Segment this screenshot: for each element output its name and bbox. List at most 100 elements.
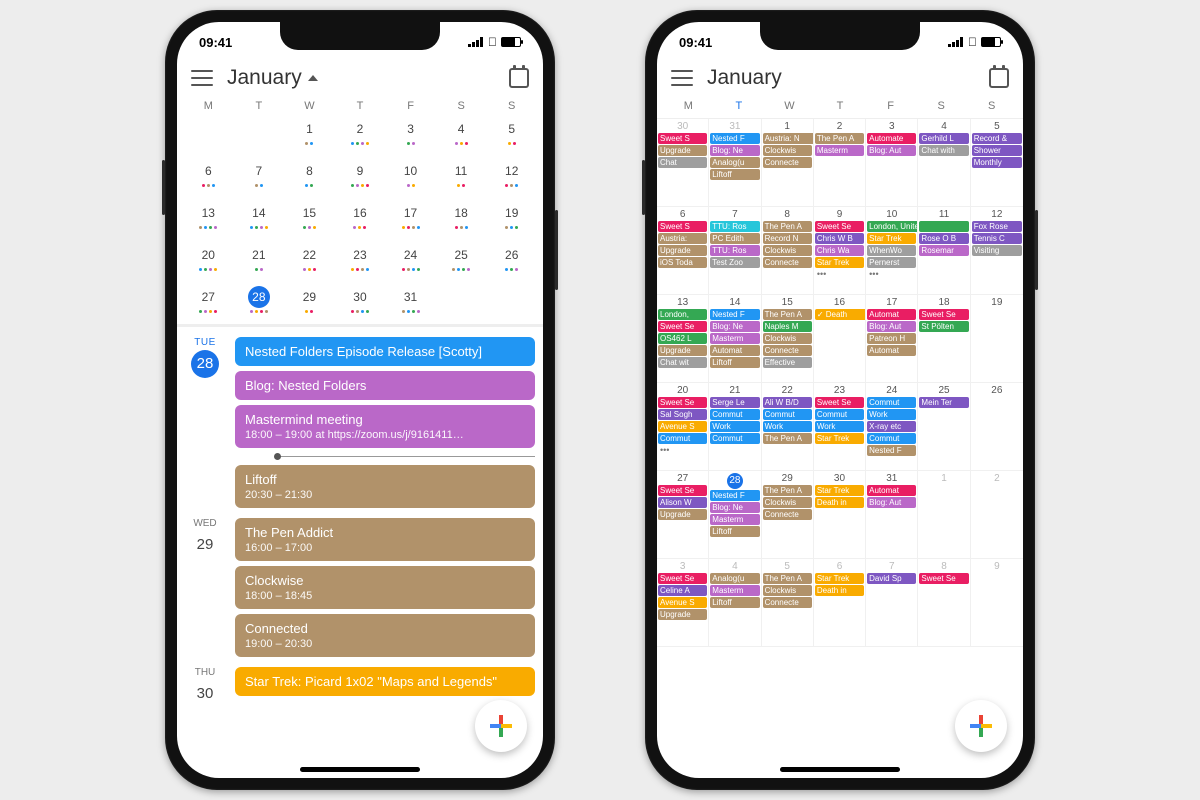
event-chip[interactable]: Automat — [710, 345, 759, 356]
event-chip[interactable]: Commut — [763, 409, 812, 420]
mini-day-cell[interactable] — [183, 118, 234, 146]
event-chip[interactable]: Automate — [867, 133, 916, 144]
event-chip[interactable]: Blog: Aut — [867, 321, 916, 332]
event-chip[interactable]: Sweet S — [658, 133, 707, 144]
more-events-icon[interactable]: ••• — [867, 269, 916, 279]
event-chip[interactable]: Star Trek — [815, 485, 864, 496]
event-chip[interactable]: Masterm — [710, 585, 759, 596]
event-chip[interactable]: TTU: Ros — [710, 245, 759, 256]
month-day-cell[interactable]: 6Sweet SAustria:UpgradeiOS Toda — [657, 207, 709, 295]
event-chip[interactable]: Sweet Se — [919, 309, 968, 320]
event-chip[interactable]: Chris W B — [815, 233, 864, 244]
event-chip[interactable]: Blog: Ne — [710, 321, 759, 332]
event-chip[interactable]: Death in — [815, 585, 864, 596]
mini-day-cell[interactable]: 10 — [385, 160, 436, 188]
event-chip[interactable]: Sweet S — [658, 221, 707, 232]
mini-day-cell[interactable]: 26 — [486, 244, 537, 272]
mini-day-cell[interactable]: 25 — [436, 244, 487, 272]
event-chip[interactable]: Chat — [658, 157, 707, 168]
agenda-event[interactable]: The Pen Addict16:00 – 17:00 — [235, 518, 535, 561]
event-chip[interactable]: Rosemar — [919, 245, 968, 256]
event-chip[interactable]: Sweet Se — [658, 573, 707, 584]
mini-day-cell[interactable]: 11 — [436, 160, 487, 188]
event-chip[interactable]: Sweet Se — [658, 321, 707, 332]
month-day-cell[interactable]: 18Sweet SeSt Pölten — [918, 295, 970, 383]
event-chip[interactable]: OS462 L — [658, 333, 707, 344]
month-day-cell[interactable]: 25Mein Ter — [918, 383, 970, 471]
agenda-event[interactable]: Star Trek: Picard 1x02 "Maps and Legends… — [235, 667, 535, 696]
mini-day-cell[interactable]: 9 — [335, 160, 386, 188]
event-chip[interactable]: Blog: Ne — [710, 502, 759, 513]
event-chip[interactable]: Blog: Aut — [867, 145, 916, 156]
event-chip[interactable]: Visiting — [972, 245, 1022, 256]
more-events-icon[interactable]: ••• — [815, 269, 864, 279]
event-chip[interactable]: Clockwis — [763, 333, 812, 344]
event-chip[interactable]: Test Zoo — [710, 257, 759, 268]
event-chip[interactable]: Upgrade — [658, 609, 707, 620]
agenda-event[interactable]: Nested Folders Episode Release [Scotty] — [235, 337, 535, 366]
mini-day-cell[interactable]: 3 — [385, 118, 436, 146]
today-icon[interactable] — [509, 68, 529, 88]
month-day-cell[interactable]: 31Nested FBlog: NeAnalog(uLiftoff — [709, 119, 761, 207]
mini-day-cell[interactable]: 4 — [436, 118, 487, 146]
event-chip[interactable]: The Pen A — [763, 573, 812, 584]
month-day-cell[interactable]: 3Sweet SeCeline AAvenue SUpgrade — [657, 559, 709, 647]
event-chip[interactable]: X-ray etc — [867, 421, 916, 432]
mini-day-cell[interactable]: 22 — [284, 244, 335, 272]
event-chip[interactable]: Upgrade — [658, 145, 707, 156]
event-chip[interactable]: Commut — [867, 433, 916, 444]
event-chip[interactable]: Austria: — [658, 233, 707, 244]
month-day-cell[interactable]: 1 — [918, 471, 970, 559]
mini-day-cell[interactable]: 8 — [284, 160, 335, 188]
event-chip[interactable]: David Sp — [867, 573, 916, 584]
mini-day-cell[interactable]: 18 — [436, 202, 487, 230]
event-chip[interactable]: Nested F — [867, 445, 916, 456]
mini-day-cell[interactable]: 15 — [284, 202, 335, 230]
agenda-event[interactable]: Clockwise18:00 – 18:45 — [235, 566, 535, 609]
event-chip[interactable]: Masterm — [710, 514, 759, 525]
mini-day-cell[interactable] — [436, 286, 487, 314]
month-day-cell[interactable]: 7TTU: RosPC EdithTTU: RosTest Zoo — [709, 207, 761, 295]
month-day-cell[interactable]: 27Sweet SeAlison WUpgrade — [657, 471, 709, 559]
event-chip[interactable]: ✓ Death — [815, 309, 866, 320]
event-chip[interactable]: London, — [658, 309, 707, 320]
home-indicator[interactable] — [300, 767, 420, 772]
event-chip[interactable]: Automat — [867, 309, 916, 320]
event-chip[interactable]: Liftoff — [710, 169, 759, 180]
mini-day-cell[interactable] — [486, 286, 537, 314]
event-chip[interactable]: Clockwis — [763, 145, 812, 156]
event-chip[interactable]: Ali W B/D — [763, 397, 812, 408]
event-chip[interactable]: The Pen A — [763, 221, 812, 232]
mini-day-cell[interactable] — [234, 118, 285, 146]
event-chip[interactable]: Monthly — [972, 157, 1022, 168]
event-chip[interactable]: Masterm — [710, 333, 759, 344]
mini-day-cell[interactable]: 27 — [183, 286, 234, 314]
month-day-cell[interactable]: 10London, United Kingdom, JanuStar TrekW… — [866, 207, 918, 295]
event-chip[interactable]: Work — [815, 421, 864, 432]
month-day-cell[interactable]: 28Nested FBlog: NeMastermLiftoff — [709, 471, 761, 559]
month-day-cell[interactable]: 30Star TrekDeath in — [814, 471, 866, 559]
event-chip[interactable]: Clockwis — [763, 245, 812, 256]
event-chip[interactable]: Nested F — [710, 133, 759, 144]
event-chip[interactable]: Blog: Aut — [867, 497, 916, 508]
month-grid[interactable]: 30Sweet SUpgradeChat31Nested FBlog: NeAn… — [657, 118, 1023, 647]
agenda-event[interactable]: Liftoff20:30 – 21:30 — [235, 465, 535, 508]
event-chip[interactable]: Record N — [763, 233, 812, 244]
home-indicator[interactable] — [780, 767, 900, 772]
event-chip[interactable]: Rose O B — [919, 233, 968, 244]
event-chip[interactable]: Analog(u — [710, 573, 759, 584]
event-chip[interactable]: Patreon H — [867, 333, 916, 344]
event-chip[interactable]: Commut — [815, 409, 864, 420]
event-chip[interactable]: Tennis C — [972, 233, 1022, 244]
event-chip[interactable]: Star Trek — [815, 433, 864, 444]
month-picker[interactable]: January — [227, 66, 318, 90]
month-day-cell[interactable]: 11Rose O BRosemar — [918, 207, 970, 295]
month-day-cell[interactable]: 26 — [971, 383, 1023, 471]
month-day-cell[interactable]: 2 — [971, 471, 1023, 559]
event-chip[interactable]: Upgrade — [658, 509, 707, 520]
month-day-cell[interactable]: 8Sweet Se — [918, 559, 970, 647]
mini-day-cell[interactable]: 17 — [385, 202, 436, 230]
event-chip[interactable]: Commut — [710, 409, 759, 420]
event-chip[interactable]: Analog(u — [710, 157, 759, 168]
month-day-cell[interactable]: 22Ali W B/DCommutWorkThe Pen A — [762, 383, 814, 471]
